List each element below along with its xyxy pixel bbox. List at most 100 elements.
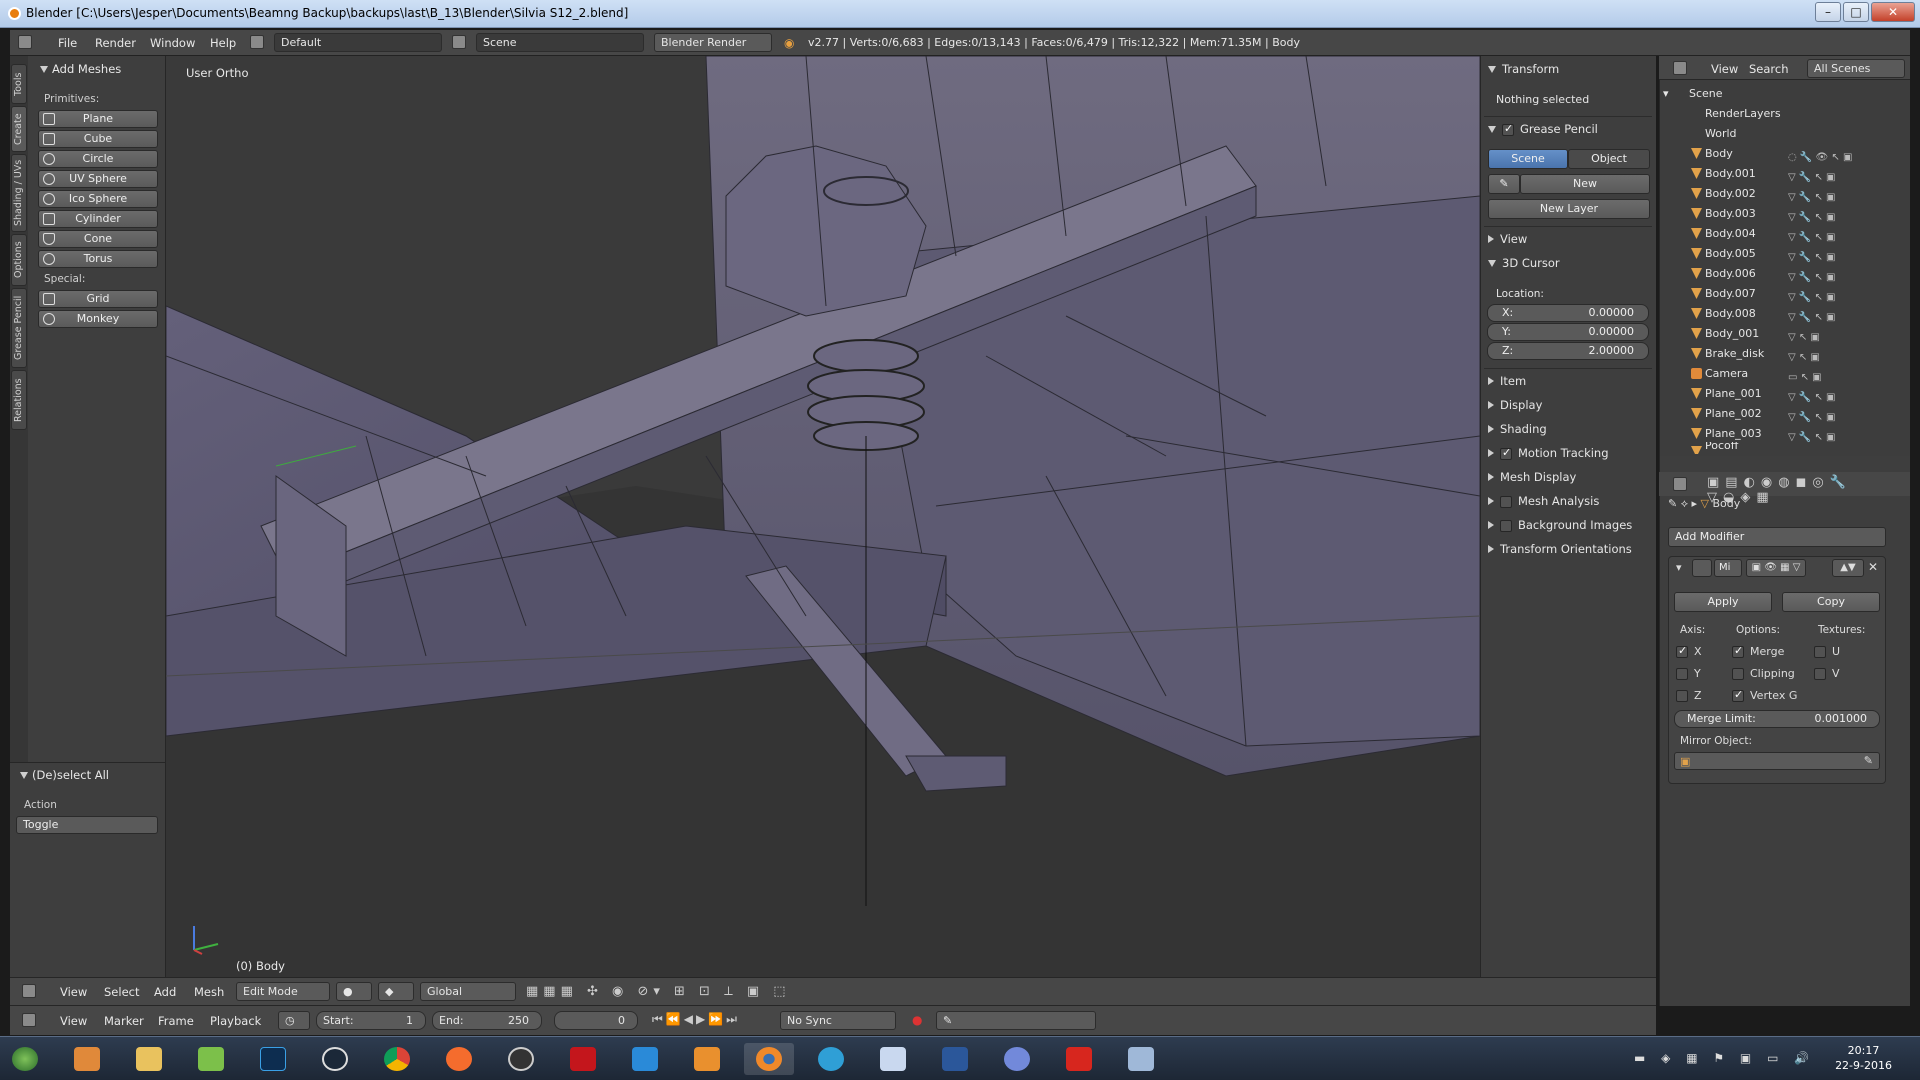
transform-orientation-select[interactable]: Global (420, 982, 516, 1001)
eyedropper-icon[interactable]: ✎ (1864, 754, 1873, 767)
deselect-all-header[interactable]: (De)select All (20, 768, 109, 782)
outliner-row-scene[interactable]: ▾ Scene (1659, 84, 1895, 104)
modifier-visibility-toggles[interactable]: ▣ 👁 ▦ ▽ (1746, 559, 1806, 577)
record-icon[interactable]: ● (912, 1013, 922, 1027)
maximize-button[interactable]: □ (1843, 2, 1869, 22)
mesh-display-section-header[interactable]: Mesh Display (1488, 470, 1576, 484)
merge-checkbox[interactable]: Merge (1732, 644, 1784, 658)
viewport-toolbar-icons[interactable]: ▦▦▦ ✣ ◉ ⊘▾ ⊞ ⊡ ⟂ ▣ ⬚ (526, 984, 791, 999)
start-button[interactable] (0, 1043, 54, 1075)
tab-shading-uvs[interactable]: Shading / UVs (11, 154, 27, 232)
outliner-display-filter[interactable]: All Scenes (1807, 59, 1905, 78)
modifier-collapse-icon[interactable]: ▾ (1676, 561, 1682, 574)
taskbar-clock[interactable]: 20:17 22-9-2016 (1835, 1043, 1892, 1073)
add-monkey-button[interactable]: Monkey (38, 310, 158, 328)
taskbar-paint[interactable] (868, 1043, 918, 1075)
grease-scene-button[interactable]: Scene (1488, 149, 1568, 169)
shading-select[interactable]: ● (336, 982, 372, 1001)
outliner-row-object[interactable]: Body.008 ▽ 🔧 ↖ ▣ (1659, 304, 1895, 324)
timeline-menu-frame[interactable]: Frame (158, 1014, 194, 1028)
outliner-row-object[interactable]: Pocoff (1659, 442, 1895, 454)
tab-create[interactable]: Create (11, 106, 27, 152)
transform-header[interactable]: Transform (1488, 62, 1559, 76)
taskbar-media-player[interactable] (62, 1043, 112, 1075)
menu-file[interactable]: File (58, 36, 77, 50)
outliner-row-object[interactable]: Plane_001 ▽ 🔧 ↖ ▣ (1659, 384, 1895, 404)
taskbar-chrome[interactable] (372, 1043, 422, 1075)
outliner-editor-icon[interactable] (1673, 61, 1687, 75)
preview-range-toggle[interactable]: ◷ (278, 1011, 310, 1030)
menu-render[interactable]: Render (95, 36, 136, 50)
motion-tracking-section-header[interactable]: Motion Tracking (1488, 446, 1609, 460)
cursor-x-field[interactable]: X: 0.00000 (1487, 304, 1649, 322)
view-section-header[interactable]: View (1488, 232, 1527, 246)
render-engine-select[interactable]: Blender Render (654, 33, 772, 52)
add-cube-button[interactable]: Cube (38, 130, 158, 148)
taskbar-acrobat[interactable] (558, 1043, 608, 1075)
axis-z-checkbox[interactable]: Z (1676, 689, 1702, 702)
outliner-row-object[interactable]: Camera ▭ ↖ ▣ (1659, 364, 1895, 384)
add-cylinder-button[interactable]: Cylinder (38, 210, 158, 228)
shading-section-header[interactable]: Shading (1488, 422, 1547, 436)
motion-tracking-checkbox[interactable] (1500, 446, 1512, 460)
outliner-row-object[interactable]: Body.007 ▽ 🔧 ↖ ▣ (1659, 284, 1895, 304)
tab-grease-pencil[interactable]: Grease Pencil (11, 288, 27, 368)
add-ico-sphere-button[interactable]: Ico Sphere (38, 190, 158, 208)
sync-mode-select[interactable]: No Sync (780, 1011, 896, 1030)
pivot-select[interactable]: ◆ (378, 982, 414, 1001)
add-grid-button[interactable]: Grid (38, 290, 158, 308)
minimize-button[interactable]: – (1815, 2, 1841, 22)
taskbar-discord[interactable] (992, 1043, 1042, 1075)
taskbar-notepad[interactable] (186, 1043, 236, 1075)
taskbar-viewer[interactable] (806, 1043, 856, 1075)
outliner-row-world[interactable]: World (1659, 124, 1895, 144)
taskbar-solidworks[interactable] (1054, 1043, 1104, 1075)
add-uv-sphere-button[interactable]: UV Sphere (38, 170, 158, 188)
mesh-analysis-checkbox[interactable] (1500, 495, 1512, 508)
outliner-row-object[interactable]: Body.002 ▽ 🔧 ↖ ▣ (1659, 184, 1895, 204)
grease-new-button[interactable]: New (1520, 174, 1650, 194)
outliner-row-object[interactable]: Body.006 ▽ 🔧 ↖ ▣ (1659, 264, 1895, 284)
taskbar-photoshop[interactable] (248, 1043, 298, 1075)
viewport-menu-select[interactable]: Select (104, 985, 139, 999)
mesh-analysis-section-header[interactable]: Mesh Analysis (1488, 494, 1599, 508)
taskbar-blender[interactable] (744, 1043, 794, 1075)
tab-relations[interactable]: Relations (11, 370, 27, 430)
clipping-checkbox[interactable]: Clipping (1732, 667, 1795, 680)
background-images-section-header[interactable]: Background Images (1488, 518, 1632, 532)
mirror-object-field[interactable]: ▣ ✎ (1674, 752, 1880, 770)
taskbar-uplay[interactable] (620, 1043, 670, 1075)
outliner-row-object[interactable]: Brake_disk ▽ ↖ ▣ (1659, 344, 1895, 364)
action-select[interactable]: Toggle (16, 816, 158, 834)
3d-viewport[interactable]: User Ortho (0) Body (166, 56, 1480, 977)
editor-type-icon[interactable] (18, 35, 32, 49)
grease-pencil-checkbox[interactable] (1502, 122, 1514, 136)
modifier-name-field[interactable]: Mi (1714, 559, 1742, 577)
tab-options[interactable]: Options (11, 234, 27, 286)
timeline-editor-icon[interactable] (22, 1013, 36, 1027)
menu-window[interactable]: Window (150, 36, 195, 50)
scene-selector[interactable]: Scene (476, 33, 644, 52)
outliner-row-object[interactable]: Body.001 ▽ 🔧 ↖ ▣ (1659, 164, 1895, 184)
background-images-checkbox[interactable] (1500, 519, 1512, 532)
viewport-menu-view[interactable]: View (60, 985, 87, 999)
viewport-editor-icon[interactable] (22, 984, 36, 998)
cursor-z-field[interactable]: Z: 2.00000 (1487, 342, 1649, 360)
add-meshes-header[interactable]: Add Meshes (40, 62, 121, 76)
grease-pencil-icon[interactable]: ✎ (1488, 174, 1520, 194)
outliner-menu-search[interactable]: Search (1749, 62, 1789, 76)
outliner-row-object[interactable]: Body.004 ▽ 🔧 ↖ ▣ (1659, 224, 1895, 244)
start-frame-field[interactable]: Start: 1 (316, 1011, 426, 1030)
viewport-menu-mesh[interactable]: Mesh (194, 985, 224, 999)
taskbar-window[interactable] (1116, 1043, 1166, 1075)
add-torus-button[interactable]: Torus (38, 250, 158, 268)
timeline-menu-view[interactable]: View (60, 1014, 87, 1028)
taskbar-app[interactable] (496, 1043, 546, 1075)
menu-help[interactable]: Help (210, 36, 236, 50)
display-section-header[interactable]: Display (1488, 398, 1542, 412)
axis-x-checkbox[interactable]: X (1676, 644, 1702, 658)
taskbar-origin[interactable] (434, 1043, 484, 1075)
layout-icon[interactable] (250, 35, 264, 49)
close-button[interactable]: ✕ (1871, 2, 1915, 22)
system-tray-icons[interactable]: ▬ ◈ ▦ ⚑ ▣ ▭ 🔊 (1634, 1051, 1815, 1065)
